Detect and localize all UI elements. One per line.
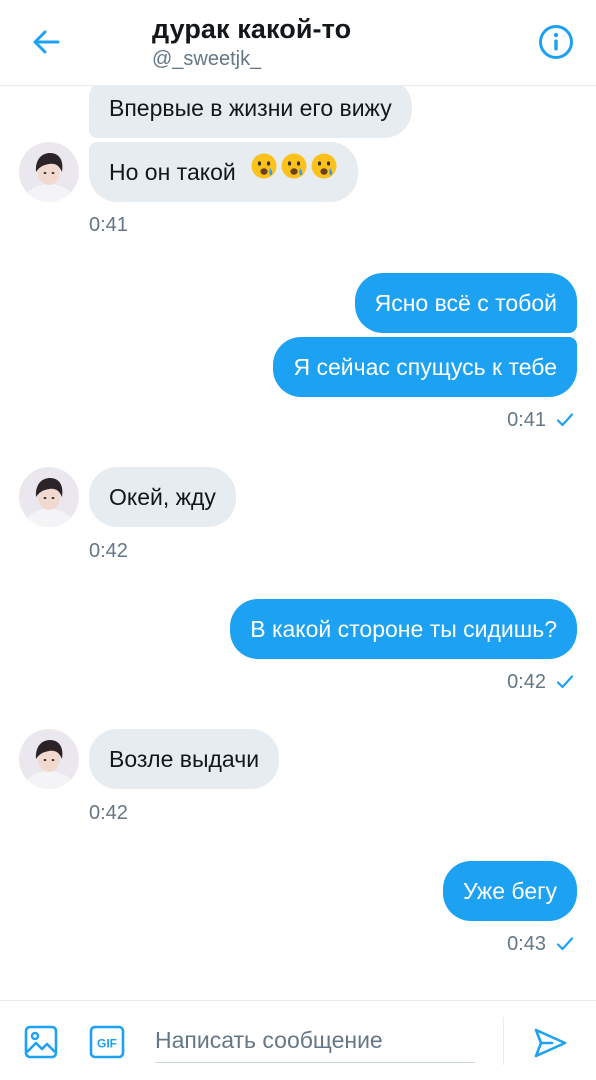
outgoing-message-bubble[interactable]: Я сейчас спущусь к тебе	[273, 337, 577, 397]
message-text: Я сейчас спущусь к тебе	[293, 354, 557, 380]
message-text: Окей, жду	[109, 484, 216, 510]
crying-face-emoji	[250, 142, 278, 202]
message-timestamp: 0:42	[507, 671, 546, 693]
message-text: Но он такой	[109, 159, 236, 185]
message-text: Уже бегу	[462, 878, 557, 904]
message-timestamp: 0:43	[507, 933, 546, 955]
gif-icon: GIF	[89, 1025, 125, 1059]
message-text: В какой стороне ты сидишь?	[250, 616, 557, 642]
message-meta: 0:43	[507, 932, 574, 956]
incoming-message-bubble[interactable]: Впервые в жизни его вижу	[89, 86, 412, 138]
conversation-title-block[interactable]: дурак какой-то @_sweetjk_	[152, 12, 351, 71]
info-button[interactable]	[536, 22, 576, 62]
incoming-message-bubble[interactable]: Окей, жду	[89, 467, 236, 527]
gif-label: GIF	[97, 1037, 117, 1051]
add-media-button[interactable]	[22, 1023, 60, 1061]
message-meta: 0:41	[507, 408, 574, 432]
avatar[interactable]	[19, 142, 79, 202]
message-list[interactable]: Впервые в жизни его вижу Но он такой 0:4…	[0, 86, 596, 1000]
outgoing-message-bubble[interactable]: В какой стороне ты сидишь?	[230, 599, 577, 659]
back-button[interactable]	[26, 22, 66, 62]
conversation-header: дурак какой-то @_sweetjk_	[0, 0, 596, 86]
message-input[interactable]	[155, 1019, 475, 1063]
message-text: Ясно всё с тобой	[374, 290, 557, 316]
message-text: Возле выдачи	[109, 746, 260, 772]
crying-face-emoji	[310, 142, 338, 202]
user-avatar-icon	[19, 467, 79, 527]
incoming-message-bubble[interactable]: Возле выдачи	[89, 729, 280, 789]
send-button[interactable]	[530, 1023, 570, 1063]
outgoing-message-bubble[interactable]: Уже бегу	[442, 861, 577, 921]
incoming-message-bubble[interactable]: Но он такой	[89, 142, 359, 202]
sent-check-icon	[556, 937, 574, 951]
image-icon	[24, 1025, 58, 1059]
user-avatar-icon	[19, 729, 79, 789]
sent-check-icon	[556, 675, 574, 689]
info-circle-icon	[539, 25, 573, 59]
message-timestamp: 0:42	[89, 540, 128, 562]
user-avatar-icon	[19, 142, 79, 202]
conversation-title: дурак какой-то	[152, 14, 352, 44]
user-handle: @_sweetjk_	[152, 48, 262, 70]
message-text: Впервые в жизни его вижу	[109, 95, 392, 121]
message-timestamp: 0:41	[89, 214, 128, 236]
avatar[interactable]	[19, 467, 79, 527]
avatar[interactable]	[19, 729, 79, 789]
crying-face-emoji	[280, 142, 308, 202]
sent-check-icon	[556, 413, 574, 427]
message-composer: GIF	[0, 1000, 596, 1080]
gif-button[interactable]: GIF	[88, 1023, 126, 1061]
composer-divider	[503, 1017, 504, 1065]
message-meta: 0:42	[507, 670, 574, 694]
message-timestamp: 0:41	[507, 409, 546, 431]
outgoing-message-bubble[interactable]: Ясно всё с тобой	[354, 273, 577, 333]
send-icon	[534, 1028, 567, 1058]
message-timestamp: 0:42	[89, 802, 128, 824]
arrow-left-icon	[33, 30, 60, 54]
